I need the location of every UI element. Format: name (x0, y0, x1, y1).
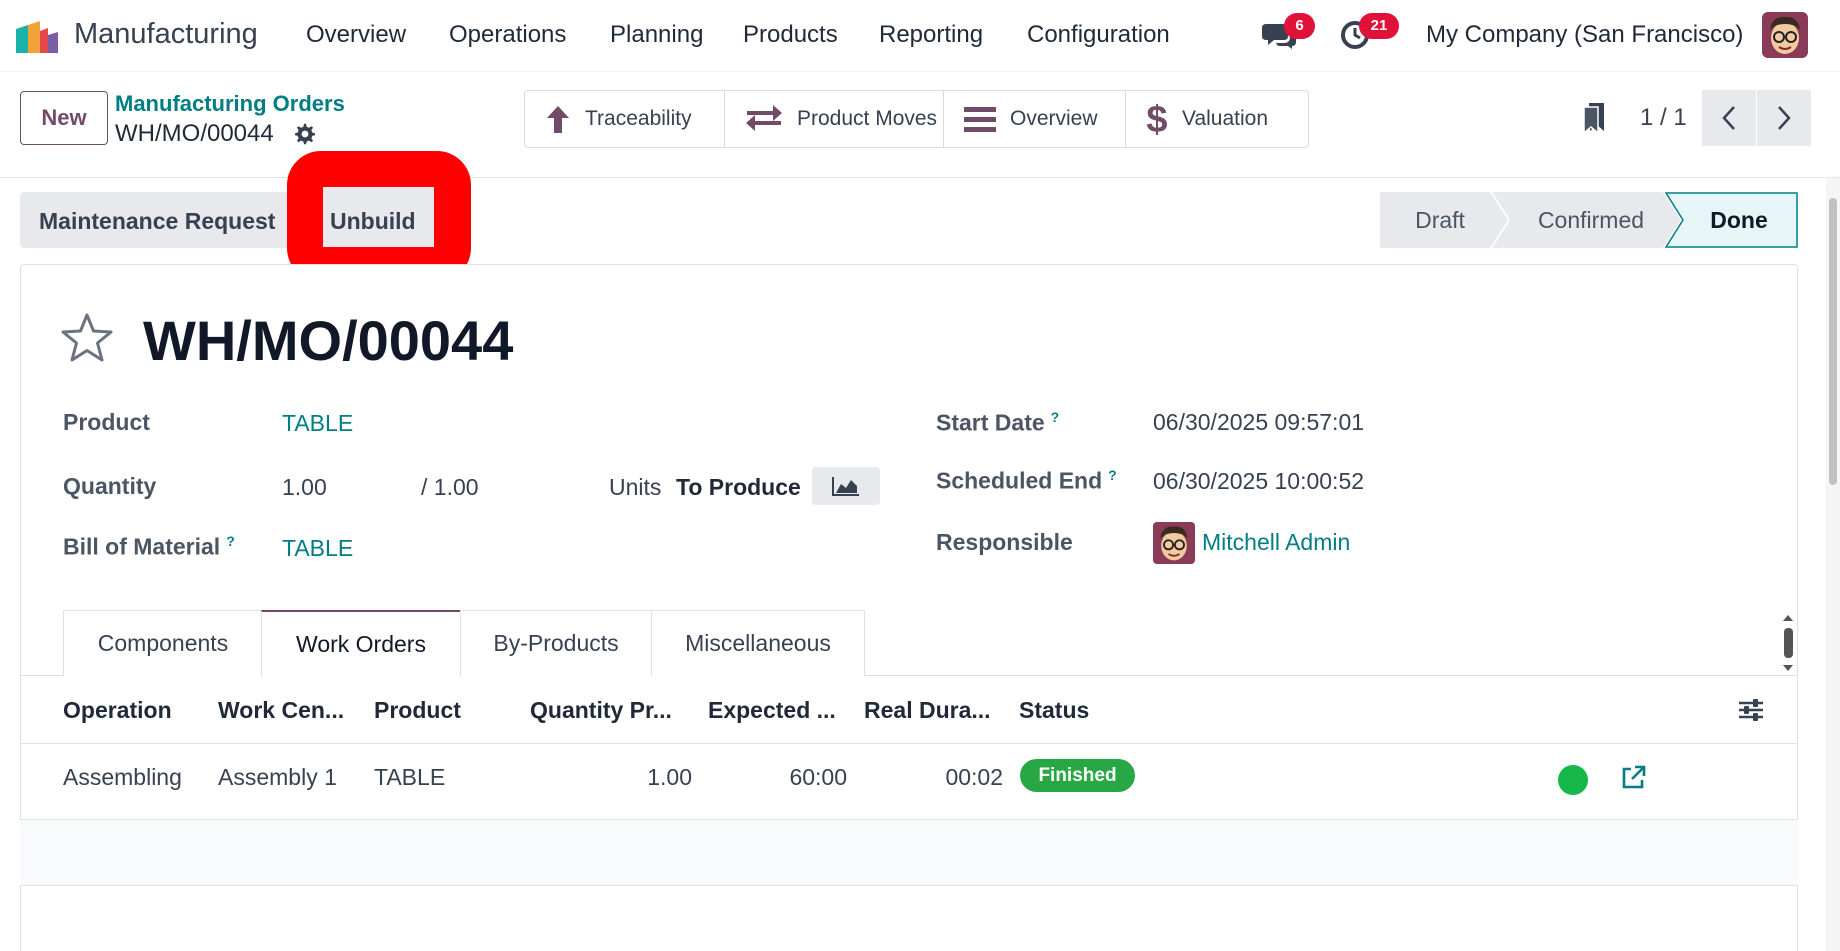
cell-quantity[interactable]: 1.00 (560, 764, 692, 791)
control-panel: New Manufacturing Orders WH/MO/00044 Tra… (0, 72, 1840, 178)
tab-components[interactable]: Components (63, 610, 263, 676)
to-produce-label: To Produce (676, 474, 801, 500)
page-scrollbar-thumb[interactable] (1829, 198, 1837, 485)
manufacturing-app-icon[interactable] (14, 19, 60, 53)
scheduled-end-help-icon[interactable]: ? (1108, 467, 1117, 483)
tab-work-orders[interactable]: Work Orders (261, 610, 461, 677)
scheduled-end-label-text: Scheduled End (936, 467, 1103, 494)
bom-help-icon[interactable]: ? (226, 533, 235, 549)
forecast-chart-button[interactable] (812, 467, 880, 505)
cell-operation[interactable]: Assembling (63, 764, 182, 791)
pager-previous-button[interactable] (1702, 90, 1756, 146)
bom-label-text: Bill of Material (63, 533, 221, 560)
valuation-button[interactable]: $ Valuation (1126, 91, 1308, 147)
responsible-label: Responsible (936, 529, 1073, 555)
notebook-tabs: Components Work Orders By-Products Misce… (20, 610, 1798, 677)
header-divider (20, 743, 1798, 744)
scheduled-end-value[interactable]: 06/30/2025 10:00:52 (1153, 468, 1364, 495)
start-date-help-icon[interactable]: ? (1051, 409, 1060, 425)
chevron-right-icon (1778, 106, 1791, 130)
tabs-scrollbar-thumb[interactable] (1784, 628, 1793, 658)
smart-buttons: Traceability Product Moves Overview $ Va… (524, 90, 1309, 148)
breadcrumb-parent[interactable]: Manufacturing Orders (115, 91, 345, 117)
traceability-button[interactable]: Traceability (525, 91, 725, 147)
status-dot-icon (1558, 765, 1588, 795)
col-product[interactable]: Product (374, 697, 461, 724)
overview-label: Overview (1010, 107, 1098, 130)
new-button[interactable]: New (20, 91, 108, 145)
bom-value[interactable]: TABLE (282, 535, 353, 562)
bars-icon (964, 107, 996, 132)
record-title: WH/MO/00044 (143, 309, 514, 372)
traceability-label: Traceability (585, 107, 692, 130)
overview-button[interactable]: Overview (944, 91, 1126, 147)
tab-by-products[interactable]: By-Products (460, 610, 652, 676)
cell-expected[interactable]: 60:00 (720, 764, 847, 791)
product-moves-button[interactable]: Product Moves (725, 91, 944, 147)
chevron-left-icon (1722, 106, 1735, 130)
scheduled-end-label: Scheduled End? (936, 467, 1117, 495)
star-icon[interactable] (60, 312, 114, 364)
company-switcher[interactable]: My Company (San Francisco) (1426, 21, 1743, 49)
activities-badge: 21 (1359, 13, 1399, 39)
col-real-duration[interactable]: Real Dura... (864, 697, 991, 724)
external-link-icon[interactable] (1620, 765, 1646, 791)
col-operation[interactable]: Operation (63, 697, 172, 724)
bom-label: Bill of Material? (63, 533, 235, 561)
menu-configuration[interactable]: Configuration (1027, 21, 1170, 49)
status-badge: Finished (1020, 759, 1135, 792)
unbuild-button[interactable]: Unbuild (330, 208, 416, 235)
gear-icon[interactable] (293, 122, 317, 146)
menu-planning[interactable]: Planning (610, 21, 703, 49)
col-expected[interactable]: Expected ... (708, 697, 836, 724)
row-divider-bottom (20, 885, 1798, 886)
maintenance-request-button[interactable]: Maintenance Request (39, 208, 275, 235)
stage-draft[interactable]: Draft (1380, 192, 1500, 248)
start-date-value[interactable]: 06/30/2025 09:57:01 (1153, 409, 1364, 436)
user-avatar[interactable] (1762, 12, 1808, 58)
quantity-value[interactable]: 1.00 (282, 474, 327, 501)
start-date-label: Start Date? (936, 409, 1059, 437)
responsible-value[interactable]: Mitchell Admin (1202, 529, 1350, 556)
messages-badge: 6 (1284, 13, 1315, 39)
product-moves-label: Product Moves (797, 107, 938, 130)
cell-product[interactable]: TABLE (374, 764, 445, 791)
col-status[interactable]: Status (1019, 697, 1089, 724)
menu-reporting[interactable]: Reporting (879, 21, 983, 49)
col-work-center[interactable]: Work Cen... (218, 697, 344, 724)
menu-operations[interactable]: Operations (449, 21, 566, 49)
cell-real-duration[interactable]: 00:02 (880, 764, 1003, 791)
menu-overview[interactable]: Overview (306, 21, 406, 49)
pager-value[interactable]: 1 / 1 (1640, 104, 1687, 132)
dollar-icon: $ (1146, 100, 1167, 138)
area-chart-icon (832, 477, 859, 496)
responsible-avatar (1153, 522, 1195, 564)
quantity-total: / 1.00 (421, 474, 479, 500)
column-settings-icon[interactable] (1738, 698, 1764, 722)
stage-confirmed[interactable]: Confirmed (1508, 192, 1674, 248)
empty-list-row (20, 820, 1798, 885)
valuation-label: Valuation (1182, 107, 1269, 130)
quantity-label: Quantity (63, 473, 157, 499)
col-quantity[interactable]: Quantity Pr... (530, 697, 672, 724)
start-date-label-text: Start Date (936, 409, 1045, 436)
units-value[interactable]: Units (609, 474, 661, 501)
arrow-up-icon (547, 106, 569, 133)
top-navbar: Manufacturing Overview Operations Planni… (0, 0, 1840, 72)
product-label: Product (63, 409, 150, 435)
pager-next-button[interactable] (1757, 90, 1811, 146)
exchange-icon (746, 105, 782, 131)
bookmark-icon[interactable] (1583, 103, 1605, 133)
product-value[interactable]: TABLE (282, 410, 353, 437)
breadcrumb-current: WH/MO/00044 (115, 120, 274, 147)
cell-work-center[interactable]: Assembly 1 (218, 764, 337, 791)
menu-products[interactable]: Products (743, 21, 838, 49)
stage-done[interactable]: Done (1680, 192, 1798, 248)
svg-text:$: $ (1146, 100, 1167, 138)
tab-miscellaneous[interactable]: Miscellaneous (651, 610, 865, 676)
app-name[interactable]: Manufacturing (74, 18, 258, 51)
